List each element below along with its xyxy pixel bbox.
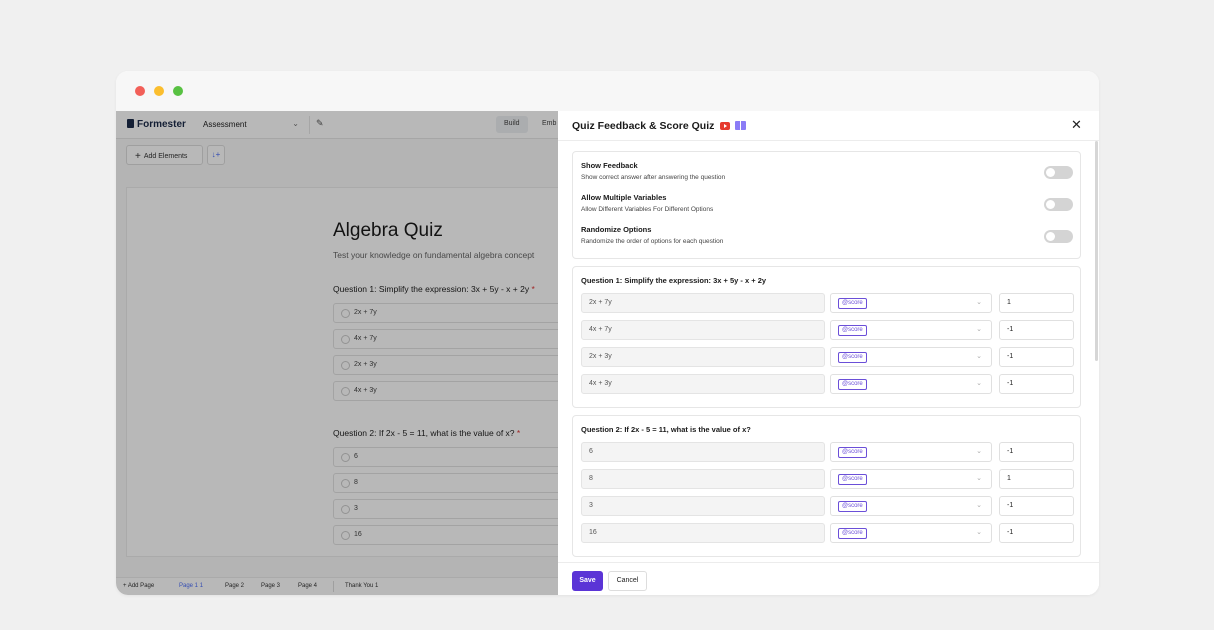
question-title: Question 1: Simplify the expression: 3x … — [581, 276, 767, 285]
variable-select[interactable]: @score ⌄ — [830, 442, 992, 462]
scrollbar[interactable] — [1095, 141, 1098, 361]
drawer-body: Show Feedback Show correct answer after … — [558, 142, 1099, 562]
variable-select[interactable]: @score ⌄ — [830, 523, 992, 543]
option-text-field[interactable]: 4x + 3y — [581, 374, 825, 394]
score-input[interactable]: -1 — [999, 374, 1074, 394]
setting-description: Show correct answer after answering the … — [581, 174, 726, 181]
chevron-down-icon: ⌄ — [976, 380, 982, 387]
score-input[interactable]: -1 — [999, 347, 1074, 367]
variable-select[interactable]: @score ⌄ — [830, 496, 992, 516]
variable-tag: @score — [838, 501, 867, 512]
drawer-footer: Save Cancel — [558, 562, 1099, 595]
variable-select[interactable]: @score ⌄ — [830, 469, 992, 489]
option-text-field[interactable]: 2x + 3y — [581, 347, 825, 367]
chevron-down-icon: ⌄ — [976, 502, 982, 509]
drawer-title: Quiz Feedback & Score Quiz — [572, 120, 715, 132]
variable-tag: @score — [838, 447, 867, 458]
option-text-field[interactable]: 6 — [581, 442, 825, 462]
question-score-card: Question 1: Simplify the expression: 3x … — [572, 266, 1081, 408]
settings-card: Show Feedback Show correct answer after … — [572, 151, 1081, 259]
modal-overlay[interactable] — [116, 111, 558, 595]
chevron-down-icon: ⌄ — [976, 326, 982, 333]
quiz-settings-drawer: Quiz Feedback & Score Quiz ✕ Show Feedba… — [558, 111, 1099, 595]
drawer-header: Quiz Feedback & Score Quiz ✕ — [558, 111, 1099, 141]
chevron-down-icon: ⌄ — [976, 299, 982, 306]
variable-tag: @score — [838, 325, 867, 336]
save-button[interactable]: Save — [572, 571, 603, 591]
question-score-card: Question 2: If 2x - 5 = 11, what is the … — [572, 415, 1081, 557]
window-titlebar — [116, 71, 1099, 111]
variable-select[interactable]: @score ⌄ — [830, 374, 992, 394]
variable-select[interactable]: @score ⌄ — [830, 293, 992, 313]
variable-tag: @score — [838, 298, 867, 309]
score-input[interactable]: 1 — [999, 293, 1074, 313]
option-text-field[interactable]: 2x + 7y — [581, 293, 825, 313]
setting-title: Show Feedback — [581, 161, 638, 170]
option-text-field[interactable]: 8 — [581, 469, 825, 489]
cancel-button[interactable]: Cancel — [608, 571, 647, 591]
variable-tag: @score — [838, 474, 867, 485]
minimize-window-button[interactable] — [154, 86, 164, 96]
option-text-field[interactable]: 4x + 7y — [581, 320, 825, 340]
chevron-down-icon: ⌄ — [976, 448, 982, 455]
score-input[interactable]: -1 — [999, 496, 1074, 516]
allow-multiple-variables-toggle[interactable] — [1044, 198, 1073, 211]
option-text-field[interactable]: 3 — [581, 496, 825, 516]
setting-title: Randomize Options — [581, 225, 652, 234]
score-input[interactable]: -1 — [999, 442, 1074, 462]
variable-select[interactable]: @score ⌄ — [830, 347, 992, 367]
chevron-down-icon: ⌄ — [976, 353, 982, 360]
youtube-icon[interactable] — [720, 122, 730, 130]
randomize-options-toggle[interactable] — [1044, 230, 1073, 243]
setting-description: Randomize the order of options for each … — [581, 238, 724, 245]
score-input[interactable]: 1 — [999, 469, 1074, 489]
show-feedback-toggle[interactable] — [1044, 166, 1073, 179]
question-title: Question 2: If 2x - 5 = 11, what is the … — [581, 425, 751, 434]
browser-window: Formester Assessment ⌄ ✎ Build Emb + Add E… — [116, 71, 1099, 595]
variable-select[interactable]: @score ⌄ — [830, 320, 992, 340]
close-icon[interactable]: ✕ — [1071, 117, 1082, 133]
book-icon[interactable] — [735, 121, 746, 130]
close-window-button[interactable] — [135, 86, 145, 96]
chevron-down-icon: ⌄ — [976, 475, 982, 482]
score-input[interactable]: -1 — [999, 320, 1074, 340]
variable-tag: @score — [838, 379, 867, 390]
score-input[interactable]: -1 — [999, 523, 1074, 543]
option-text-field[interactable]: 16 — [581, 523, 825, 543]
chevron-down-icon: ⌄ — [976, 529, 982, 536]
variable-tag: @score — [838, 352, 867, 363]
variable-tag: @score — [838, 528, 867, 539]
maximize-window-button[interactable] — [173, 86, 183, 96]
setting-title: Allow Multiple Variables — [581, 193, 667, 202]
setting-description: Allow Different Variables For Different … — [581, 206, 714, 213]
